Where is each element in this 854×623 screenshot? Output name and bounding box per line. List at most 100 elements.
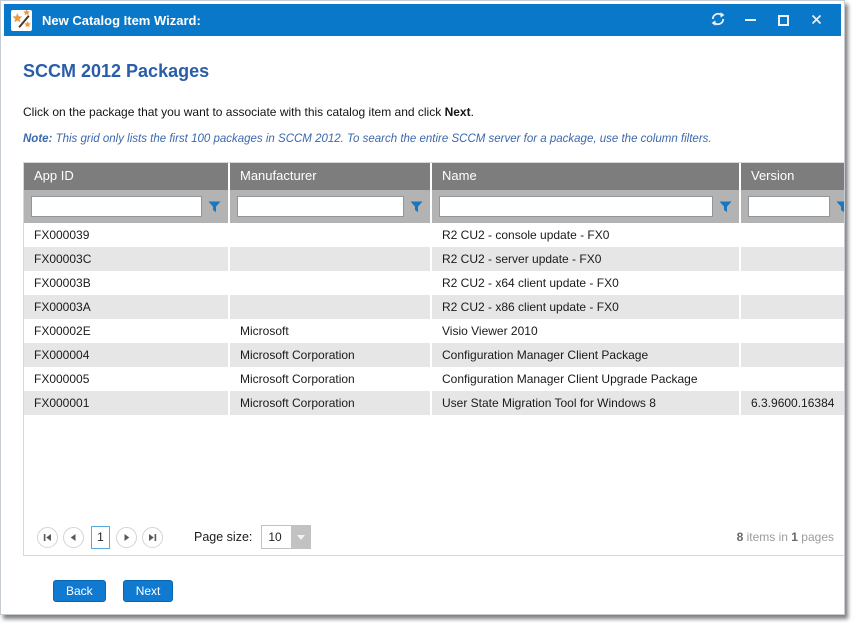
table-row[interactable]: FX00003AR2 CU2 - x86 client update - FX0 [24, 295, 844, 319]
table-row[interactable]: FX000039 R2 CU2 - console update - FX0 [24, 223, 844, 247]
cell-app_id: FX000004 [24, 343, 230, 367]
column-header-manufacturer[interactable]: Manufacturer [230, 163, 432, 190]
filter-cell-name [432, 190, 741, 223]
cell-version [741, 367, 844, 391]
cell-manufacturer: Microsoft Corporation [230, 391, 432, 415]
dialog-window: ★ ★ ★ New Catalog Item Wizard: SCCM 2012… [0, 0, 845, 615]
cell-version [741, 271, 844, 295]
table-row[interactable]: FX00003B R2 CU2 - x64 client update - FX0 [24, 271, 844, 295]
cell-name: User State Migration Tool for Windows 8 [432, 391, 741, 415]
cell-manufacturer: Microsoft [230, 319, 432, 343]
titlebar: ★ ★ ★ New Catalog Item Wizard: [4, 4, 841, 36]
page-size-label: Page size: [194, 530, 252, 544]
minimize-button[interactable] [734, 7, 767, 33]
cell-app_id: FX000005 [24, 367, 230, 391]
cell-manufacturer: Microsoft Corporation [230, 343, 432, 367]
close-button[interactable] [800, 7, 833, 33]
instruction-prefix: Click on the package that you want to as… [23, 105, 445, 119]
page-title: SCCM 2012 Packages [23, 61, 844, 82]
pager-summary: 8 items in 1 pages [737, 530, 834, 544]
column-header-name[interactable]: Name [432, 163, 741, 190]
funnel-icon [719, 201, 732, 213]
funnel-icon [836, 201, 844, 213]
wizard-icon: ★ ★ ★ [11, 10, 32, 31]
filter-input-app_id[interactable] [31, 196, 202, 217]
table-row[interactable]: FX000004Microsoft CorporationConfigurati… [24, 343, 844, 367]
filter-input-version[interactable] [748, 196, 830, 217]
filter-cell-manufacturer [230, 190, 432, 223]
minimize-icon [745, 19, 756, 21]
next-button[interactable]: Next [123, 580, 174, 602]
cell-version [741, 343, 844, 367]
pager-bar: 1 Page size: 10 8 items in 1 pages [24, 519, 844, 555]
table-row[interactable]: FX000001Microsoft CorporationUser State … [24, 391, 844, 415]
cell-version [741, 295, 844, 319]
filter-funnel-button-manufacturer[interactable] [407, 197, 426, 216]
funnel-icon [410, 201, 423, 213]
cell-version [741, 247, 844, 271]
current-page-button[interactable]: 1 [91, 526, 110, 549]
window-title: New Catalog Item Wizard: [42, 13, 201, 28]
cell-name: Configuration Manager Client Upgrade Pac… [432, 367, 741, 391]
back-button[interactable]: Back [53, 580, 106, 602]
instruction-next-word: Next [445, 105, 471, 119]
column-header-app_id[interactable]: App ID [24, 163, 230, 190]
prev-page-icon [69, 530, 78, 545]
grid-table: App IDManufacturerNameVersion FX000039 R2… [24, 163, 844, 415]
cell-name: R2 CU2 - console update - FX0 [432, 223, 741, 247]
cell-app_id: FX000039 [24, 223, 230, 247]
cell-manufacturer [230, 223, 432, 247]
cell-app_id: FX00003C [24, 247, 230, 271]
dialog-content: SCCM 2012 Packages Click on the package … [1, 61, 844, 602]
instruction-suffix: . [471, 105, 474, 119]
filter-funnel-button-app_id[interactable] [205, 197, 224, 216]
cell-name: Configuration Manager Client Package [432, 343, 741, 367]
close-icon [811, 13, 822, 28]
note-text: Note: This grid only lists the first 100… [23, 133, 844, 145]
note-label: Note: [23, 133, 52, 145]
first-page-button[interactable] [37, 527, 58, 548]
cell-app_id: FX00003A [24, 295, 230, 319]
note-body: This grid only lists the first 100 packa… [52, 133, 711, 145]
pages-count: 1 [791, 530, 798, 544]
instruction-text: Click on the package that you want to as… [23, 105, 844, 119]
table-row[interactable]: FX00002EMicrosoftVisio Viewer 2010 [24, 319, 844, 343]
cell-name: Visio Viewer 2010 [432, 319, 741, 343]
next-page-icon [122, 530, 131, 545]
maximize-button[interactable] [767, 7, 800, 33]
filter-funnel-button-name[interactable] [716, 197, 735, 216]
page-size-value: 10 [262, 526, 291, 548]
cell-version: 6.3.9600.16384 [741, 391, 844, 415]
last-page-button[interactable] [142, 527, 163, 548]
table-row[interactable]: FX000005Microsoft CorporationConfigurati… [24, 367, 844, 391]
prev-page-button[interactable] [63, 527, 84, 548]
cell-manufacturer [230, 295, 432, 319]
filter-input-manufacturer[interactable] [237, 196, 404, 217]
cell-app_id: FX000001 [24, 391, 230, 415]
table-row[interactable]: FX00003CR2 CU2 - server update - FX0 [24, 247, 844, 271]
grid-header-row: App IDManufacturerNameVersion [24, 163, 844, 190]
footer-buttons: Back Next [53, 580, 844, 602]
dropdown-arrow-button[interactable] [291, 526, 310, 548]
items-text: items in [743, 530, 791, 544]
chevron-down-icon [297, 535, 305, 540]
maximize-icon [778, 15, 789, 26]
packages-grid: App IDManufacturerNameVersion FX000039 R2… [23, 162, 844, 556]
grid-filter-row [24, 190, 844, 223]
cell-manufacturer [230, 271, 432, 295]
cell-manufacturer: Microsoft Corporation [230, 367, 432, 391]
cell-app_id: FX00002E [24, 319, 230, 343]
refresh-icon [710, 11, 726, 30]
cell-manufacturer [230, 247, 432, 271]
filter-cell-version [741, 190, 844, 223]
column-header-version[interactable]: Version [741, 163, 844, 190]
next-page-button[interactable] [116, 527, 137, 548]
refresh-button[interactable] [701, 7, 734, 33]
grid-body: FX000039R2 CU2 - console update - FX0FX0… [24, 223, 844, 415]
cell-name: R2 CU2 - x64 client update - FX0 [432, 271, 741, 295]
filter-funnel-button-version[interactable] [833, 197, 844, 216]
funnel-icon [208, 201, 221, 213]
page-size-dropdown[interactable]: 10 [261, 525, 311, 549]
cell-app_id: FX00003B [24, 271, 230, 295]
filter-input-name[interactable] [439, 196, 713, 217]
